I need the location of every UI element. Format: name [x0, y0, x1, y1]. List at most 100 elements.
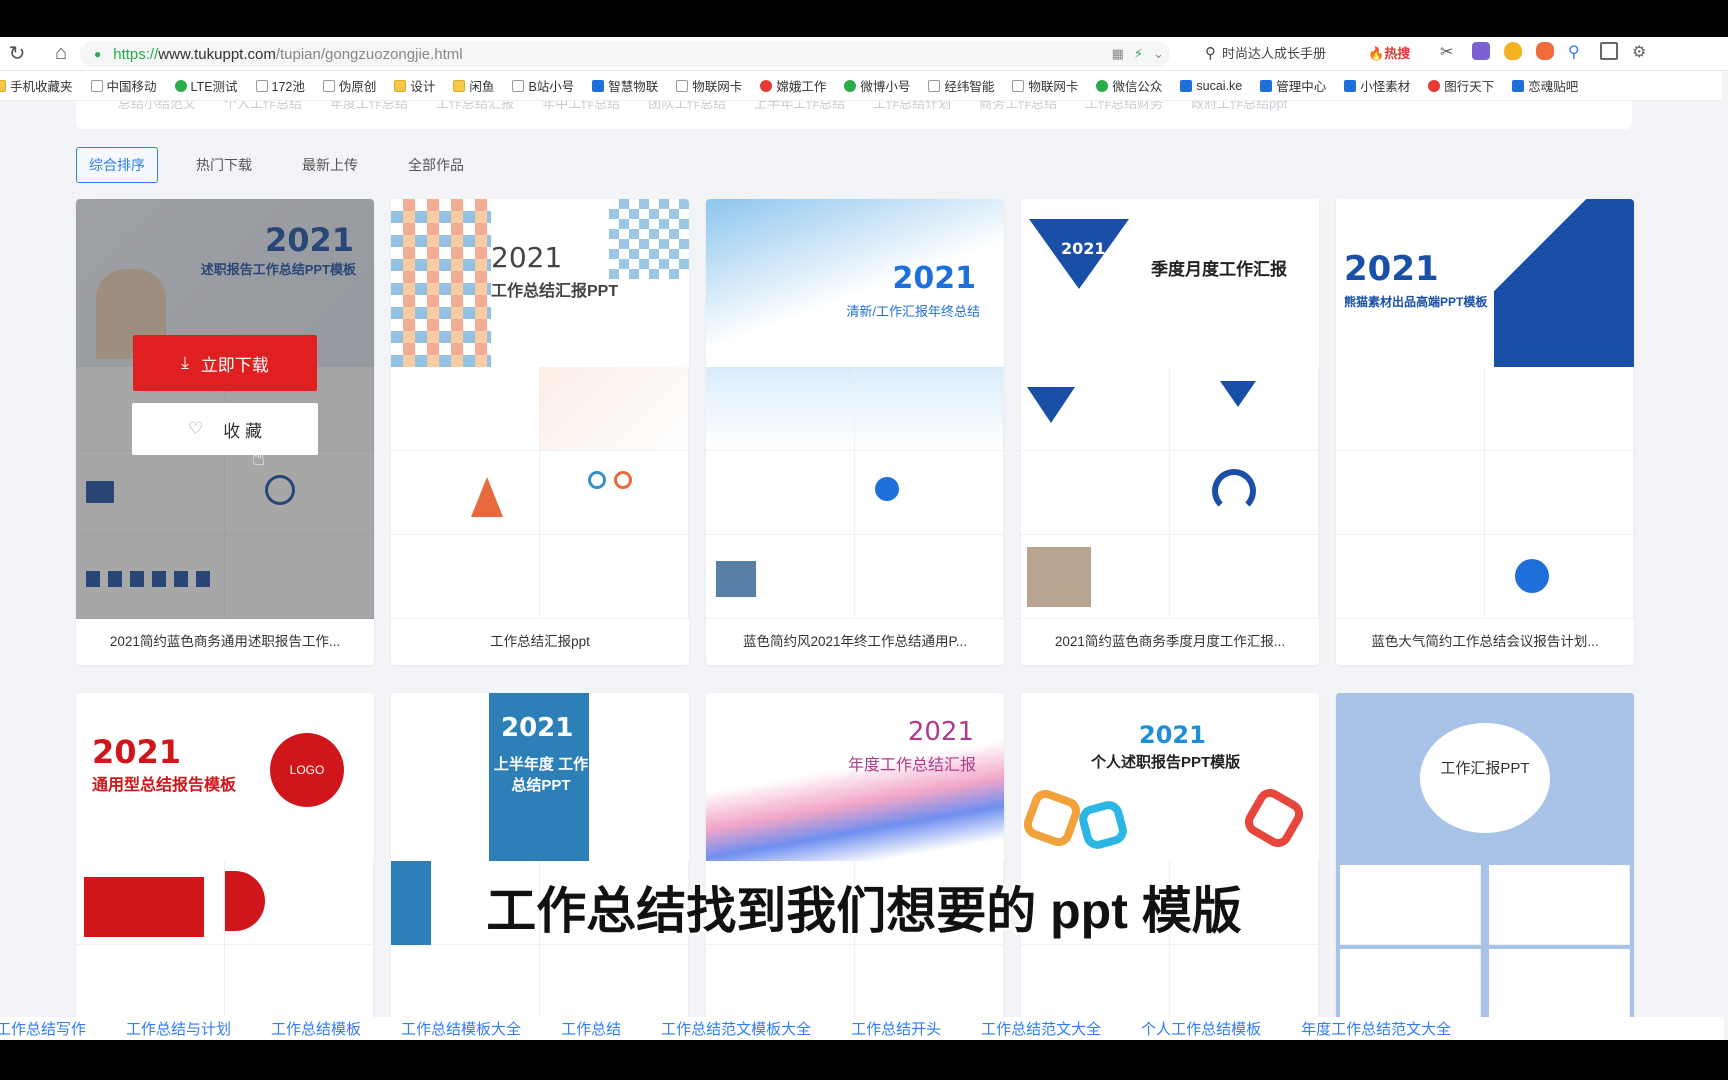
reload-icon[interactable]: ↻: [0, 37, 34, 71]
preview-slide: [1170, 451, 1319, 535]
magnifier-icon[interactable]: ⚲: [1568, 42, 1586, 61]
bookmark-item[interactable]: 微信公众: [1096, 76, 1162, 95]
bookmark-item[interactable]: 手机收藏夹: [0, 76, 73, 95]
card-thumbnail[interactable]: 2021 述职报告工作总结PPT模板 ⤓ 立即下载 ♡ 收 藏 ☝: [76, 199, 374, 619]
tag-link[interactable]: 年中工作总结: [542, 101, 620, 112]
page-icon: [676, 79, 689, 92]
card-title[interactable]: 2021简约蓝色商务通用述职报告工作...: [76, 619, 374, 665]
template-card[interactable]: 2021 通用型总结报告模板 LOGO: [76, 693, 374, 1023]
related-link[interactable]: 工作总结范文模板大全: [661, 1018, 811, 1039]
template-card[interactable]: 2021 工作总结汇报PPT 工作总结汇报ppt: [391, 199, 689, 665]
card-thumbnail[interactable]: 2021 年度工作总结汇报: [706, 693, 1004, 1023]
bookmark-item[interactable]: LTE测试: [174, 76, 238, 95]
bookmark-item[interactable]: 管理中心: [1260, 76, 1326, 95]
related-link[interactable]: 工作总结范文大全: [981, 1018, 1101, 1039]
tag-link[interactable]: 工作总结计划: [873, 101, 951, 112]
photo-placeholder: [1027, 547, 1091, 607]
tag-link[interactable]: 上半年工作总结: [754, 101, 845, 112]
tab-hot-downloads[interactable]: 热门下载: [184, 148, 264, 182]
scissors-icon[interactable]: ✂: [1440, 42, 1458, 61]
card-thumbnail[interactable]: 2021 上半年度 工作总结PPT: [391, 693, 689, 1023]
card-thumbnail[interactable]: 2021 熊猫素材出品高端PPT模板: [1336, 199, 1634, 619]
card-thumbnail[interactable]: 2021 个人述职报告PPT模版: [1021, 693, 1319, 1023]
bookmark-item[interactable]: 小怪素材: [1344, 76, 1410, 95]
grid-icon[interactable]: [1600, 42, 1618, 60]
related-link[interactable]: 年度工作总结范文大全: [1301, 1018, 1451, 1039]
bookmark-item[interactable]: 恋魂贴吧: [1512, 76, 1578, 95]
tag-link[interactable]: 政府工作总结ppt: [1191, 101, 1287, 112]
bookmark-item[interactable]: B站小号: [512, 76, 574, 95]
template-card[interactable]: 2021 上半年度 工作总结PPT: [391, 693, 689, 1023]
card-thumbnail[interactable]: 2021 通用型总结报告模板 LOGO: [76, 693, 374, 1023]
template-card[interactable]: 2021 年度工作总结汇报: [706, 693, 1004, 1023]
template-card[interactable]: 2021 清新/工作汇报年终总结 蓝色简约风2021年终工作总结通用P...: [706, 199, 1004, 665]
ring-graphic: [614, 471, 632, 489]
preview-slide: [1336, 367, 1485, 451]
tag-link[interactable]: 总结小结范文: [118, 101, 196, 112]
url-input[interactable]: ● https://www.tukuppt.com/tupian/gongzuo…: [80, 41, 1170, 67]
related-link[interactable]: 工作总结与计划: [126, 1018, 231, 1039]
template-card[interactable]: 2021 个人述职报告PPT模版: [1021, 693, 1319, 1023]
bolt-icon[interactable]: ⚡: [1134, 46, 1143, 62]
preview-heading: 个人述职报告PPT模版: [1091, 754, 1241, 771]
reader-icon[interactable]: ▦: [1112, 46, 1124, 62]
bookmark-item[interactable]: 物联网卡: [676, 76, 742, 95]
card-thumbnail[interactable]: 2021 工作总结汇报PPT: [391, 199, 689, 619]
settings-icon[interactable]: ⚙: [1632, 42, 1650, 61]
preview-slide: [540, 451, 689, 535]
download-button[interactable]: ⤓ 立即下载: [133, 335, 317, 391]
bookmark-label: 手机收藏夹: [10, 80, 73, 94]
bookmark-label: 物联网卡: [692, 80, 743, 94]
tag-link[interactable]: 团队工作总结: [648, 101, 726, 112]
related-link[interactable]: 个人工作总结模板: [1141, 1018, 1261, 1039]
bookmark-item[interactable]: 172池: [255, 76, 305, 95]
tab-comprehensive[interactable]: 综合排序: [76, 147, 158, 183]
card-title[interactable]: 2021简约蓝色商务季度月度工作汇报...: [1021, 619, 1319, 665]
bookmark-item[interactable]: sucai.ke: [1180, 79, 1242, 93]
bookmark-item[interactable]: 中国移动: [90, 76, 157, 95]
card-thumbnail[interactable]: 2021 季度月度工作汇报: [1021, 199, 1319, 619]
extension-purple-icon[interactable]: [1472, 42, 1490, 60]
browser-search[interactable]: ⚲ 时尚达人成长手册: [1205, 43, 1326, 62]
preview-heading: 清新/工作汇报年终总结: [846, 304, 980, 319]
related-link[interactable]: 工作总结: [561, 1018, 621, 1039]
bookmark-item[interactable]: 图行天下: [1428, 76, 1494, 95]
green-icon: [1096, 79, 1109, 92]
bookmark-item[interactable]: 嫦娥工作: [760, 76, 826, 95]
chevron-down-icon[interactable]: ⌄: [1153, 46, 1164, 62]
bookmark-item[interactable]: 经纬智能: [928, 76, 994, 95]
favorite-button[interactable]: ♡ 收 藏: [132, 403, 318, 455]
tag-link[interactable]: 个人工作总结: [224, 101, 302, 112]
related-link[interactable]: 工作总结写作: [0, 1018, 86, 1039]
game-icon[interactable]: [1536, 42, 1554, 60]
template-card[interactable]: 工作汇报PPT: [1336, 693, 1634, 1023]
tag-link[interactable]: 工作总结汇报: [436, 101, 514, 112]
bookmark-item[interactable]: 物联网卡: [1012, 76, 1078, 95]
card-title[interactable]: 蓝色大气简约工作总结会议报告计划...: [1336, 619, 1634, 665]
page-icon: [322, 79, 335, 92]
bookmark-item[interactable]: 智慧物联: [592, 76, 658, 95]
bookmark-item[interactable]: 微博小号: [844, 76, 910, 95]
related-link[interactable]: 工作总结模板大全: [401, 1018, 521, 1039]
tag-link[interactable]: 工作总结财务: [1085, 101, 1163, 112]
template-card[interactable]: 2021 熊猫素材出品高端PPT模板 蓝色大气简约工作总结会议报告计划...: [1336, 199, 1634, 665]
hot-search-link[interactable]: 🔥热搜: [1368, 43, 1410, 62]
card-title[interactable]: 工作总结汇报ppt: [391, 619, 689, 665]
tab-all-works[interactable]: 全部作品: [396, 148, 476, 182]
card-thumbnail[interactable]: 2021 清新/工作汇报年终总结: [706, 199, 1004, 619]
bookmark-item[interactable]: 闲鱼: [453, 76, 494, 95]
card-title[interactable]: 蓝色简约风2021年终工作总结通用P...: [706, 619, 1004, 665]
bookmark-item[interactable]: 伪原创: [322, 76, 376, 95]
related-link[interactable]: 工作总结开头: [851, 1018, 941, 1039]
tag-link[interactable]: 年度工作总结: [330, 101, 408, 112]
bookmark-item[interactable]: 设计: [394, 76, 435, 95]
related-link[interactable]: 工作总结模板: [271, 1018, 361, 1039]
template-card[interactable]: 2021 季度月度工作汇报 2021简约蓝色商务季度月度工作汇报...: [1021, 199, 1319, 665]
tab-latest[interactable]: 最新上传: [290, 148, 370, 182]
shield-icon[interactable]: [1504, 42, 1522, 60]
tag-link[interactable]: 商务工作总结: [979, 101, 1057, 112]
template-card[interactable]: 2021 述职报告工作总结PPT模板 ⤓ 立即下载 ♡ 收 藏 ☝ 2021简约…: [76, 199, 374, 665]
ring-graphic: [1239, 783, 1309, 853]
home-icon[interactable]: ⌂: [44, 37, 78, 71]
card-thumbnail[interactable]: 工作汇报PPT: [1336, 693, 1634, 1023]
